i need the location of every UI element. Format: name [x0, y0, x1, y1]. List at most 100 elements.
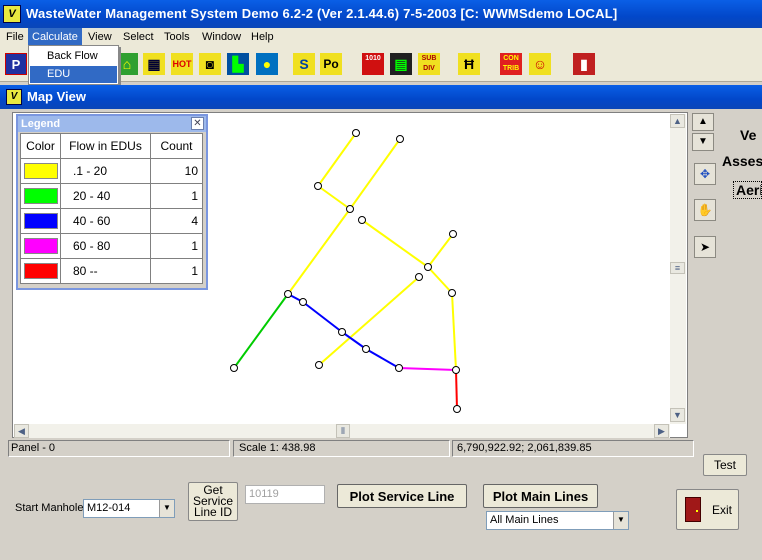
scroll-left-icon[interactable]: ◀: [14, 424, 29, 438]
chevron-down-icon[interactable]: ▼: [613, 512, 628, 529]
toolbar-button-p[interactable]: P: [3, 49, 27, 77]
exit-button[interactable]: Exit: [676, 489, 739, 530]
menu-help[interactable]: Help: [247, 28, 278, 46]
menu-tools[interactable]: Tools: [160, 28, 194, 46]
plot-service-line-button[interactable]: Plot Service Line: [337, 484, 467, 508]
pipe-segment[interactable]: [287, 208, 351, 295]
scroll-right-icon[interactable]: ▶: [654, 424, 669, 438]
legend-range: .1 - 20: [60, 158, 151, 184]
legend-range: 60 - 80: [60, 233, 151, 259]
map-view-title-bar[interactable]: V Map View: [0, 85, 762, 109]
manhole-node[interactable]: [346, 205, 354, 213]
manhole-node[interactable]: [449, 230, 457, 238]
pipe-segment[interactable]: [349, 138, 401, 210]
manhole-node[interactable]: [358, 216, 366, 224]
menu-view[interactable]: View: [84, 28, 116, 46]
manhole-node[interactable]: [230, 364, 238, 372]
get-service-line-id-button[interactable]: Get Service Line ID: [188, 482, 238, 521]
nav-up-button[interactable]: ▲: [692, 113, 714, 131]
legend-header-count: Count: [150, 133, 203, 159]
test-button[interactable]: Test: [703, 454, 747, 476]
pipe-segment[interactable]: [233, 293, 289, 369]
toolbar-button-lightbulb[interactable]: ●: [254, 49, 278, 77]
select-pointer-tool-button[interactable]: ➤: [694, 236, 716, 258]
toolbar-button-po[interactable]: Po: [318, 49, 342, 77]
toolbar-button-contrib[interactable]: CON TRIB: [498, 49, 522, 77]
toolbar-button-grid[interactable]: ▦: [141, 49, 165, 77]
toolbar-button-subdiv[interactable]: SUB DIV: [416, 49, 440, 77]
toolbar-button-panel[interactable]: ▤: [388, 49, 412, 77]
manhole-node[interactable]: [315, 361, 323, 369]
manhole-node[interactable]: [396, 135, 404, 143]
scroll-thumb[interactable]: ≡: [670, 262, 685, 274]
toolbar-button-building[interactable]: ▙: [225, 49, 249, 77]
cursor-arrow-icon: ➤: [699, 240, 711, 254]
manhole-node[interactable]: [284, 290, 292, 298]
pipe-segment[interactable]: [427, 233, 454, 268]
menu-bar: File Calculate View Select Tools Window …: [0, 28, 762, 46]
toolbar-button-binary[interactable]: 1010: [360, 49, 384, 77]
toolbar-button-camera[interactable]: ◙: [197, 49, 221, 77]
pan-hand-tool-button[interactable]: ✋: [694, 199, 716, 221]
manhole-node[interactable]: [395, 364, 403, 372]
hand-icon: ✋: [697, 203, 713, 217]
legend-window[interactable]: Legend ✕ Color Flow in EDUs Count .1 - 2…: [16, 114, 208, 290]
menu-file[interactable]: File: [2, 28, 28, 46]
manhole-node[interactable]: [448, 289, 456, 297]
pipe-segment[interactable]: [317, 185, 351, 210]
toolbar-button-s[interactable]: S: [291, 49, 315, 77]
manhole-node[interactable]: [314, 182, 322, 190]
zoom-tool-button[interactable]: ✥: [694, 163, 716, 185]
exit-door-icon: ▮: [573, 53, 595, 75]
menu-item-back-flow[interactable]: Back Flow: [30, 48, 117, 65]
pipe-segment[interactable]: [455, 369, 458, 410]
pipe-segment[interactable]: [317, 132, 357, 187]
manhole-node[interactable]: [352, 129, 360, 137]
manhole-node[interactable]: [362, 345, 370, 353]
scroll-up-icon[interactable]: ▲: [670, 114, 685, 128]
nav-down-button[interactable]: ▼: [692, 133, 714, 151]
toolbar-button-person[interactable]: ☺: [527, 49, 551, 77]
menu-item-edu[interactable]: EDU: [30, 66, 117, 83]
manhole-node[interactable]: [453, 405, 461, 413]
toolbar-button-hot[interactable]: HOT: [169, 49, 193, 77]
menu-window[interactable]: Window: [198, 28, 245, 46]
app-title-bar[interactable]: V WasteWater Management System Demo 6.2-…: [0, 0, 762, 28]
legend-title: Legend: [18, 116, 206, 132]
pipe-segment[interactable]: [361, 219, 429, 268]
zoom-pan-icon: ✥: [699, 167, 711, 181]
toolbar-button-manhole[interactable]: Ħ: [456, 49, 480, 77]
camera-icon: ◙: [199, 53, 221, 75]
menu-calculate[interactable]: Calculate: [28, 28, 82, 46]
close-icon[interactable]: ✕: [191, 117, 204, 130]
manhole-node[interactable]: [338, 328, 346, 336]
manhole-node[interactable]: [452, 366, 460, 374]
map-view-icon[interactable]: V: [6, 89, 22, 105]
menu-select[interactable]: Select: [119, 28, 158, 46]
manhole-node[interactable]: [415, 273, 423, 281]
manhole-node[interactable]: [299, 298, 307, 306]
chevron-down-icon[interactable]: ▼: [159, 500, 174, 517]
p-icon: P: [5, 53, 27, 75]
plot-main-lines-button[interactable]: Plot Main Lines: [483, 484, 598, 508]
scroll-thumb-horizontal[interactable]: ⦀: [336, 424, 350, 438]
manhole-node[interactable]: [424, 263, 432, 271]
start-manhole-select[interactable]: M12-014 ▼: [83, 499, 175, 518]
pipe-segment[interactable]: [451, 292, 457, 371]
person-icon: ☺: [529, 53, 551, 75]
pipe-segment[interactable]: [398, 367, 457, 371]
scroll-down-icon[interactable]: ▼: [670, 408, 685, 422]
pipe-segment[interactable]: [365, 348, 400, 369]
map-vertical-scrollbar[interactable]: ▲ ≡ ▼: [670, 114, 686, 424]
pipe-segment[interactable]: [302, 301, 343, 333]
service-line-id-field[interactable]: 10119: [245, 485, 325, 504]
hot-icon: HOT: [171, 53, 193, 75]
map-horizontal-scrollbar[interactable]: ◀ ⦀ ▶: [14, 424, 670, 438]
main-lines-select[interactable]: All Main Lines ▼: [486, 511, 629, 530]
side-label-aerial[interactable]: Aeri: [733, 181, 762, 199]
app-icon[interactable]: V: [3, 5, 21, 23]
legend-color-cell: [20, 208, 61, 234]
pipe-segment[interactable]: [427, 266, 453, 294]
toolbar-button-exit[interactable]: ▮: [571, 49, 595, 77]
status-panel: Panel - 0: [8, 440, 230, 457]
